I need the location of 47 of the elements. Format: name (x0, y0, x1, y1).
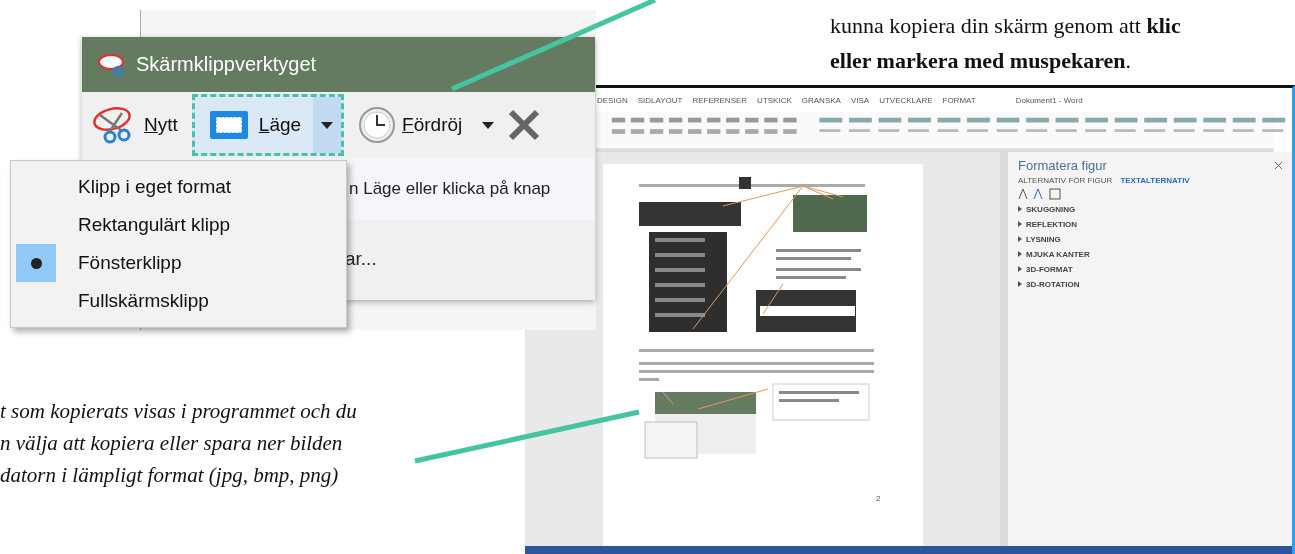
pane-section[interactable]: MJUKA KANTER (1026, 249, 1090, 259)
selected-marker (16, 244, 56, 282)
callout-text: n välja att kopiera eller spara ner bilden (0, 430, 344, 457)
close-icon[interactable] (508, 109, 541, 141)
mode-split-button[interactable]: Läge (191, 94, 345, 156)
page-number: 2 (876, 494, 881, 503)
ribbon-tab[interactable]: FORMAT (942, 95, 976, 105)
window-title: Skärmklippverktyget (136, 53, 317, 76)
expand-icon[interactable] (1018, 251, 1022, 257)
ribbon-tab[interactable]: DESIGN (597, 95, 628, 105)
menu-item[interactable]: Fönsterklipp (11, 244, 346, 282)
callout-text: t som kopierats visas i programmet och du (0, 398, 357, 425)
expand-icon[interactable] (1018, 266, 1022, 272)
callout-text: eller markera med muspekaren. (830, 47, 1133, 75)
pane-section[interactable]: 3D-FORMAT (1026, 264, 1073, 274)
rectangle-snip-icon (208, 110, 249, 140)
pane-section[interactable]: 3D-ROTATION (1026, 279, 1080, 289)
menu-item[interactable]: Rektangulärt klipp (11, 206, 346, 244)
pane-tab[interactable]: TEXTALTERNATIV (1120, 176, 1190, 185)
expand-icon[interactable] (1018, 206, 1022, 212)
expand-icon[interactable] (1018, 236, 1022, 242)
ribbon-tab[interactable]: SIDLAYOUT (637, 95, 683, 105)
expand-icon[interactable] (1018, 221, 1022, 227)
pane-section[interactable]: SKUGGNING (1026, 204, 1076, 214)
window-title: Dokument1 - Word (1015, 95, 1083, 105)
ribbon-tab[interactable]: UTVECKLARE (879, 95, 933, 105)
instruction-text: n Läge eller klicka på knap (349, 179, 551, 199)
ribbon-tab[interactable]: UTSKICK (757, 95, 792, 105)
menu-item[interactable]: Fullskärmsklipp (11, 282, 346, 320)
callout-text: datorn i lämpligt format (jpg, bmp, png) (0, 462, 340, 489)
pane-tab[interactable]: ALTERNATIV FÖR FIGUR (1018, 176, 1113, 185)
expand-icon[interactable] (1018, 281, 1022, 287)
new-snip-button[interactable]: Nytt (88, 94, 182, 156)
ribbon-tab[interactable]: VISA (850, 95, 870, 105)
delay-button[interactable]: Fördröj (354, 94, 499, 156)
caret-icon (482, 121, 495, 129)
ribbon-tab[interactable]: REFERENSER (692, 95, 748, 105)
pane-title: Formatera figur (1018, 158, 1107, 173)
clock-icon (358, 106, 397, 144)
close-icon[interactable] (1275, 162, 1282, 169)
format-icons-drawing (1018, 188, 1062, 200)
callout-text: kunna kopiera din skärm genom att klic (830, 12, 1181, 40)
pane-section[interactable]: REFLEKTION (1026, 219, 1078, 229)
ribbon-tab[interactable]: GRANSKA (801, 95, 841, 105)
menu-item[interactable]: Klipp i eget format (11, 168, 346, 206)
caret-icon (321, 121, 334, 129)
pane-section[interactable]: LYSNING (1026, 234, 1061, 244)
